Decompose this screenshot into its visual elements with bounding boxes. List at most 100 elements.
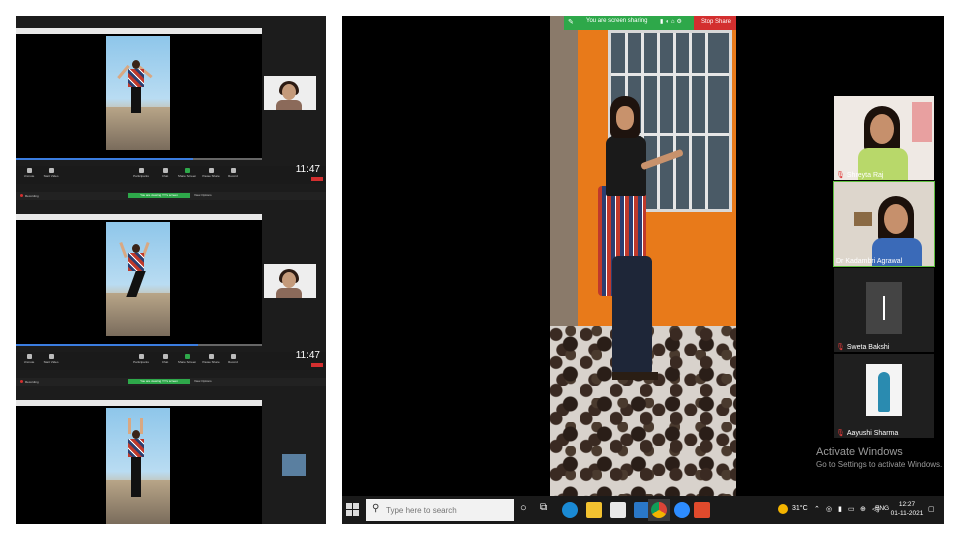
shared-screen [16, 214, 262, 344]
pencil-icon: ✎ [568, 19, 574, 26]
share-status-bar: Recording You are viewing YY's screen Vi… [16, 192, 326, 200]
pause-icon [208, 354, 214, 359]
dancer [616, 106, 634, 130]
muted-mic-icon: 🎙 [836, 344, 845, 351]
pause-share-button[interactable]: Pause Share [200, 168, 222, 178]
chrome-icon[interactable] [651, 502, 667, 518]
search-input[interactable] [384, 502, 512, 518]
viewing-share-pill: You are viewing YY's screen [128, 193, 190, 198]
participant-tile-3[interactable]: 🎙 Sweta Bakshi [834, 268, 934, 352]
record-icon [230, 168, 236, 173]
taskbar-clock[interactable]: 12:27 01-11-2021 [890, 500, 924, 518]
recording-indicator: Recording [20, 380, 39, 384]
collage-panel-1: Unmute Start Video Participants Chat Sha… [16, 16, 326, 200]
camera-icon [48, 354, 54, 359]
language-indicator[interactable]: ENG [875, 505, 889, 512]
share-screen-button[interactable]: Share Screen [176, 354, 198, 364]
zoom-meeting-window: ✎ You are screen sharing ▮◖⌂⚙ Stop Share… [342, 16, 944, 524]
edge-icon[interactable] [562, 502, 578, 518]
task-view-icon[interactable]: ⧉ [540, 502, 556, 518]
store-icon[interactable] [610, 502, 626, 518]
collage-panel-2: Unmute Start Video Participants Chat Sha… [16, 202, 326, 386]
unmute-button[interactable]: Unmute [18, 168, 40, 178]
share-controls-icons[interactable]: ▮◖⌂⚙ [660, 18, 684, 25]
share-icon [184, 168, 190, 173]
taskbar-search[interactable]: ⚲ [366, 499, 514, 521]
meeting-toolbar: Unmute Start Video Participants Chat Sha… [16, 350, 326, 370]
chat-button[interactable]: Chat [154, 354, 176, 364]
cortana-icon[interactable]: ○ [520, 502, 536, 518]
record-dot-icon [20, 380, 23, 383]
shared-screen [16, 400, 262, 524]
shared-screen [16, 28, 262, 158]
chat-icon [162, 354, 168, 359]
share-status-bar: Recording You are viewing YY's screen Vi… [16, 378, 326, 386]
stop-share-button[interactable]: Stop Share [694, 16, 736, 30]
participant-tile-4[interactable]: 🎙 Aayushi Sharma [834, 354, 934, 438]
view-options-button[interactable]: View Options [194, 193, 212, 197]
participant-name: Dr Kadambri Agrawal [836, 258, 903, 265]
pause-icon [208, 168, 214, 173]
participant-thumbnail [264, 264, 316, 298]
end-button[interactable] [311, 363, 323, 367]
participant-tile-1[interactable]: 🎙 Shreyta Raj [834, 96, 934, 180]
participant-name: 🎙 Sweta Bakshi [836, 344, 890, 351]
participants-button[interactable]: Participants [130, 354, 152, 364]
zoom-icon[interactable] [674, 502, 690, 518]
dance-photo [106, 36, 170, 150]
start-video-button[interactable]: Start Video [40, 168, 62, 178]
explorer-icon[interactable] [586, 502, 602, 518]
participant-thumbnail [264, 76, 316, 110]
participants-button[interactable]: Participants [130, 168, 152, 178]
share-icon [184, 354, 190, 359]
activate-windows-watermark: Activate Windows Go to Settings to activ… [816, 446, 943, 469]
camera-icon [48, 168, 54, 173]
viewing-share-pill: You are viewing YY's screen [128, 379, 190, 384]
recording-indicator: Recording [20, 194, 39, 198]
share-screen-button[interactable]: Share Screen [176, 168, 198, 178]
windows-icon[interactable] [346, 503, 360, 517]
chat-button[interactable]: Chat [154, 168, 176, 178]
network-icon[interactable]: ◎ [826, 505, 832, 513]
record-icon [230, 354, 236, 359]
collage-panel-3 [16, 388, 326, 524]
tray-chevron-icon[interactable]: ⌃ [814, 505, 820, 513]
record-button[interactable]: Record [222, 168, 244, 178]
people-icon [138, 168, 144, 173]
mic-tray-icon[interactable]: ▮ [838, 505, 842, 513]
screen-titlebar [16, 28, 262, 34]
people-icon [138, 354, 144, 359]
start-video-button[interactable]: Start Video [40, 354, 62, 364]
battery-icon[interactable]: ▭ [848, 505, 855, 513]
participant-name: 🎙 Shreyta Raj [836, 172, 884, 179]
pause-share-button[interactable]: Pause Share [200, 354, 222, 364]
mic-icon [26, 354, 32, 359]
record-dot-icon [20, 194, 23, 197]
office-icon[interactable] [694, 502, 710, 518]
video-progress[interactable] [16, 158, 262, 160]
record-button[interactable]: Record [222, 354, 244, 364]
notification-icon[interactable]: ▢ [928, 505, 935, 513]
chat-icon [162, 168, 168, 173]
weather-icon [778, 504, 788, 514]
screen-titlebar [16, 400, 262, 406]
participant-tile-2[interactable]: Dr Kadambri Agrawal [833, 181, 935, 267]
clock-overlay: 11:47 [295, 164, 320, 175]
dance-photo [106, 222, 170, 336]
avatar [866, 364, 902, 416]
meeting-toolbar: Unmute Start Video Participants Chat Sha… [16, 164, 326, 184]
search-icon: ⚲ [372, 503, 380, 514]
unmute-button[interactable]: Unmute [18, 354, 40, 364]
video-progress[interactable] [16, 344, 262, 346]
end-button[interactable] [311, 177, 323, 181]
screen-titlebar [16, 214, 262, 220]
participant-name: 🎙 Aayushi Sharma [836, 430, 899, 437]
view-options-button[interactable]: View Options [194, 379, 212, 383]
globe-icon[interactable]: ⊕ [860, 505, 866, 513]
weather-temp: 31°C [792, 505, 808, 512]
left-collage: Unmute Start Video Participants Chat Sha… [16, 16, 326, 524]
muted-mic-icon: 🎙 [836, 172, 845, 179]
clock-overlay: 11:47 [295, 350, 320, 361]
mic-icon [26, 168, 32, 173]
shared-video [550, 16, 736, 496]
